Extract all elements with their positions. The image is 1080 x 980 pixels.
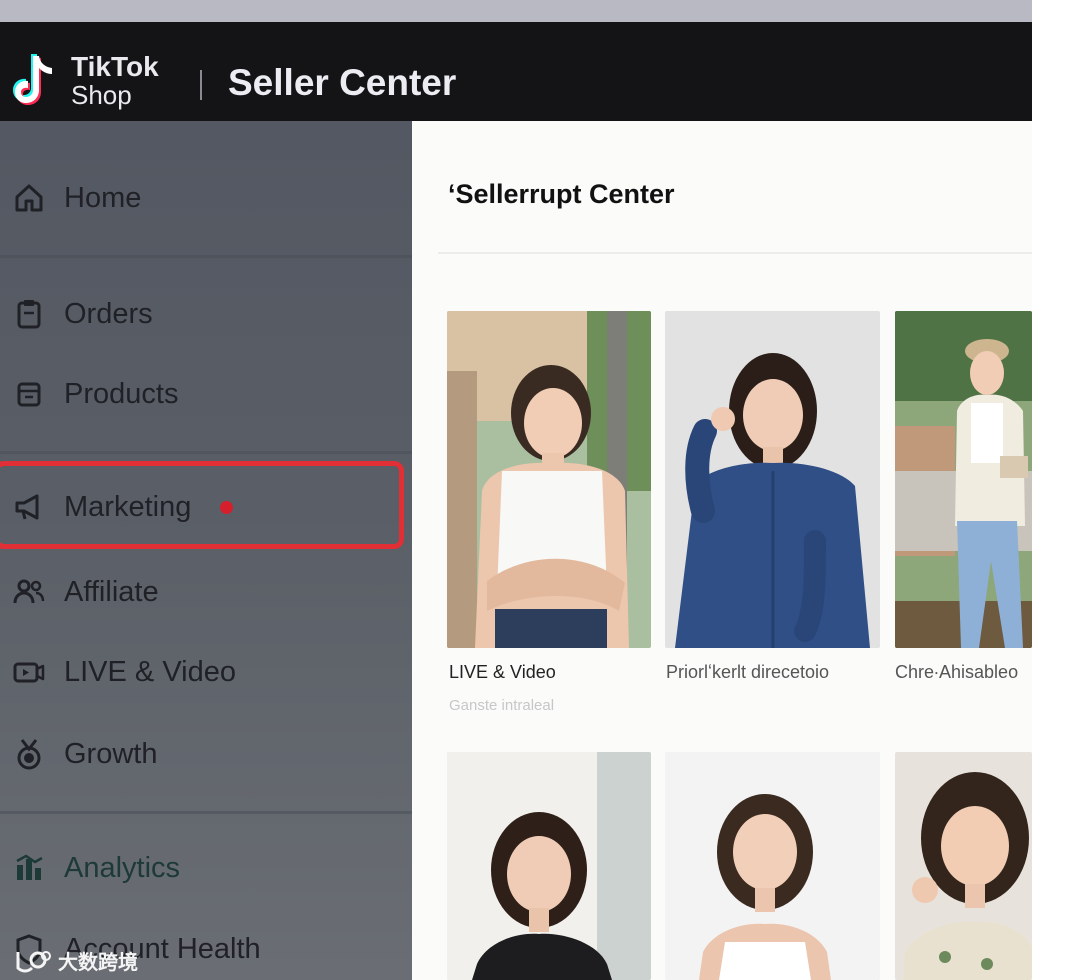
- home-icon: [12, 181, 46, 215]
- title-divider: [438, 252, 1032, 254]
- sidebar-item-products[interactable]: Products: [0, 364, 412, 424]
- content-card-photo[interactable]: [447, 752, 651, 980]
- clipboard-icon: [12, 297, 46, 331]
- top-header: TikTok Shop Seller Center: [0, 22, 1032, 121]
- sidebar-item-label: Orders: [64, 297, 153, 330]
- card-image: [895, 752, 1032, 980]
- watermark-text: 大数跨境: [58, 952, 138, 974]
- notification-dot: [220, 500, 233, 514]
- brand-line-1: TikTok: [71, 51, 159, 82]
- top-edge-strip: [0, 0, 1032, 22]
- brand-name: TikTok Shop: [71, 52, 159, 110]
- sidebar-item-label: LIVE & Video: [64, 655, 236, 688]
- sidebar-divider: [0, 255, 412, 258]
- watermark: 大数跨境: [12, 946, 138, 975]
- sidebar-item-growth[interactable]: Growth: [0, 724, 412, 784]
- card-image: [665, 311, 880, 648]
- sidebar-divider: [0, 811, 412, 814]
- sidebar-divider: [0, 451, 412, 454]
- header-title: Seller Center: [228, 62, 457, 103]
- brand-line-2: Shop: [71, 80, 132, 110]
- box-icon: [12, 377, 46, 411]
- right-edge-strip: [1032, 0, 1080, 980]
- sidebar-item-live-video[interactable]: LIVE & Video: [0, 642, 412, 702]
- sidebar-item-label: Products: [64, 377, 179, 410]
- people-icon: [12, 575, 46, 609]
- card-image: [895, 311, 1032, 648]
- content-card-photo[interactable]: [895, 311, 1032, 648]
- bar-chart-icon: [12, 851, 46, 885]
- sidebar-item-label: Marketing: [64, 490, 192, 523]
- sidebar-item-label: Affiliate: [64, 575, 159, 608]
- sidebar-item-home[interactable]: Home: [0, 168, 412, 228]
- card-image: [447, 311, 651, 648]
- card-caption: Chre∙Ahisableo: [895, 662, 1019, 682]
- card-caption: LIVE & Video: [449, 662, 556, 682]
- card-caption: Priorlʻkerlt direcetoio: [666, 662, 830, 682]
- sidebar-item-affiliate[interactable]: Affiliate: [0, 562, 412, 622]
- megaphone-icon: [12, 490, 46, 524]
- sidebar-item-orders[interactable]: Orders: [0, 284, 412, 344]
- sidebar-item-label: Home: [64, 181, 142, 214]
- sidebar-nav: Home Orders Products Marketing Affiliate…: [0, 121, 412, 980]
- watermark-logo-icon: [16, 950, 51, 972]
- sidebar-item-label: Growth: [64, 737, 158, 770]
- tiktok-logo-icon[interactable]: [12, 50, 62, 110]
- card-subcaption: Ganste intraleal: [449, 697, 555, 714]
- card-image: [447, 752, 651, 980]
- sidebar-item-label: Analytics: [64, 851, 181, 884]
- content-card-photo[interactable]: [665, 311, 880, 648]
- main-content: ‘Sellerrupt Center LIVE & Video Ganste i…: [412, 121, 1032, 980]
- content-card-photo[interactable]: [665, 752, 880, 980]
- header-divider: [200, 70, 202, 100]
- video-icon: [12, 655, 46, 689]
- content-card-photo[interactable]: [447, 311, 651, 648]
- card-image: [665, 752, 880, 980]
- medal-icon: [12, 737, 46, 771]
- page-title: ‘Sellerrupt Center: [448, 179, 675, 209]
- content-card-photo[interactable]: [895, 752, 1032, 980]
- sidebar-item-analytics[interactable]: Analytics: [0, 838, 412, 898]
- sidebar-item-marketing[interactable]: Marketing: [0, 477, 412, 537]
